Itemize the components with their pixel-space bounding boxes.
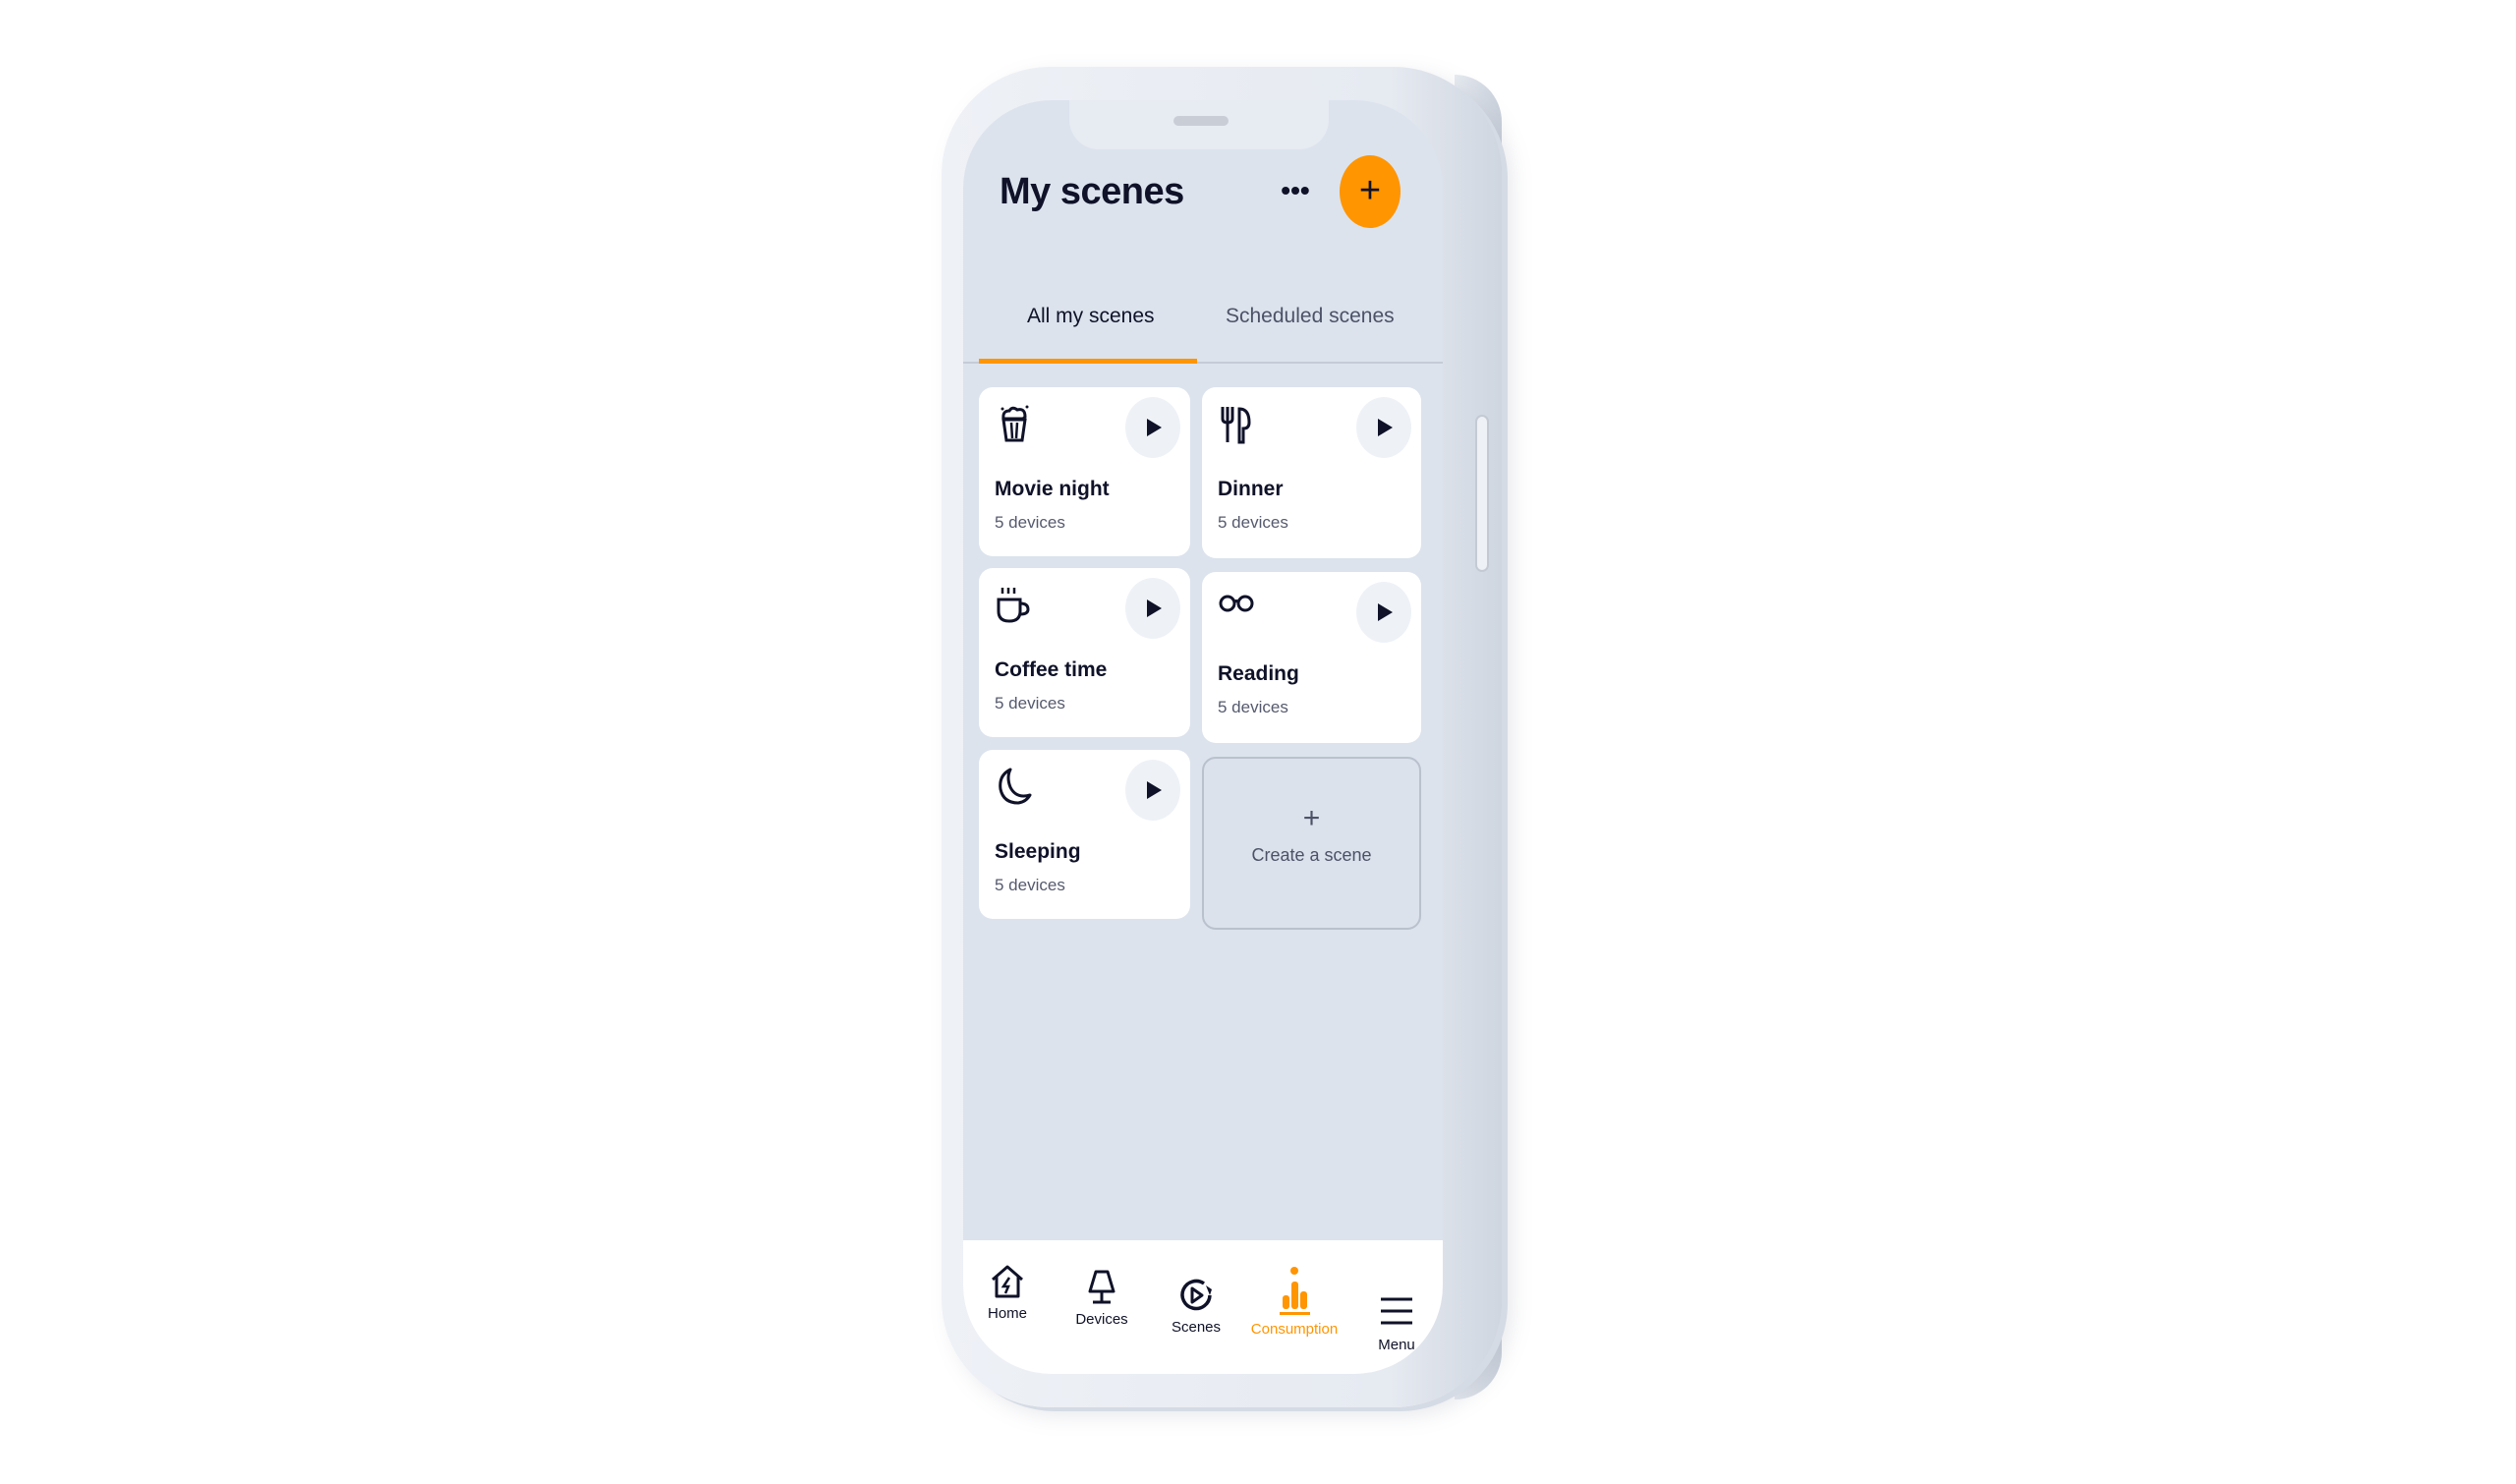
nav-label: Menu (1378, 1337, 1415, 1353)
nav-label: Devices (1075, 1311, 1128, 1328)
tab-all-my-scenes[interactable]: All my scenes (1027, 305, 1155, 328)
scene-device-count: 5 devices (995, 694, 1065, 713)
play-scene-button[interactable] (1125, 760, 1180, 821)
scene-tabs: All my scenes Scheduled scenes (963, 283, 1443, 364)
scene-card-reading[interactable]: Reading 5 devices (1202, 572, 1421, 743)
tab-scheduled-scenes[interactable]: Scheduled scenes (1226, 305, 1395, 328)
home-bolt-icon (992, 1265, 1023, 1298)
nav-label: Home (987, 1305, 1027, 1322)
create-scene-button[interactable]: + Create a scene (1202, 757, 1421, 930)
side-button (1475, 415, 1489, 572)
hamburger-icon (1381, 1297, 1412, 1325)
more-options-button[interactable]: ••• (1276, 177, 1315, 210)
plus-icon: + (1302, 802, 1321, 834)
nav-item-consumption[interactable]: Consumption (1250, 1266, 1339, 1338)
bar-chart-icon (1280, 1267, 1310, 1315)
nav-label: Scenes (1171, 1319, 1222, 1336)
scene-device-count: 5 devices (995, 876, 1065, 894)
scene-card-sleeping[interactable]: Sleeping 5 devices (979, 750, 1190, 919)
scene-play-icon (1180, 1279, 1212, 1311)
moon-icon (999, 768, 1032, 805)
bottom-navigation: Home Devices Scenes Consumption Menu (963, 1240, 1443, 1374)
scene-card-movie-night[interactable]: Movie night 5 devices (979, 387, 1190, 556)
scene-card-coffee-time[interactable]: Coffee time 5 devices (979, 568, 1190, 737)
fork-knife-icon (1221, 407, 1251, 444)
popcorn-icon (1001, 405, 1029, 442)
active-tab-indicator (979, 359, 1197, 364)
nav-item-menu[interactable]: Menu (1352, 1293, 1441, 1353)
add-scene-button[interactable]: + (1340, 155, 1401, 228)
play-scene-button[interactable] (1125, 397, 1180, 458)
play-scene-button[interactable] (1356, 397, 1411, 458)
app-screen: My scenes ••• + All my scenes Scheduled … (963, 100, 1443, 1374)
scene-device-count: 5 devices (1218, 513, 1288, 532)
scene-name: Coffee time (995, 658, 1108, 681)
coffee-cup-icon (997, 588, 1030, 623)
scene-card-dinner[interactable]: Dinner 5 devices (1202, 387, 1421, 558)
scene-name: Dinner (1218, 478, 1284, 500)
scene-device-count: 5 devices (1218, 698, 1288, 716)
play-scene-button[interactable] (1125, 578, 1180, 639)
scene-name: Reading (1218, 662, 1299, 685)
scene-name: Movie night (995, 478, 1110, 500)
lamp-icon (1088, 1270, 1115, 1304)
play-scene-button[interactable] (1356, 582, 1411, 643)
nav-item-devices[interactable]: Devices (1058, 1268, 1146, 1328)
scene-device-count: 5 devices (995, 513, 1065, 532)
notch (1069, 100, 1329, 149)
nav-label: Consumption (1250, 1321, 1339, 1338)
scene-name: Sleeping (995, 840, 1081, 863)
speaker (1173, 116, 1229, 126)
create-scene-label: Create a scene (1251, 845, 1372, 865)
nav-item-scenes[interactable]: Scenes (1152, 1276, 1240, 1336)
page-title: My scenes (1000, 171, 1184, 212)
nav-item-home[interactable]: Home (963, 1262, 1052, 1322)
glasses-icon (1219, 595, 1254, 612)
